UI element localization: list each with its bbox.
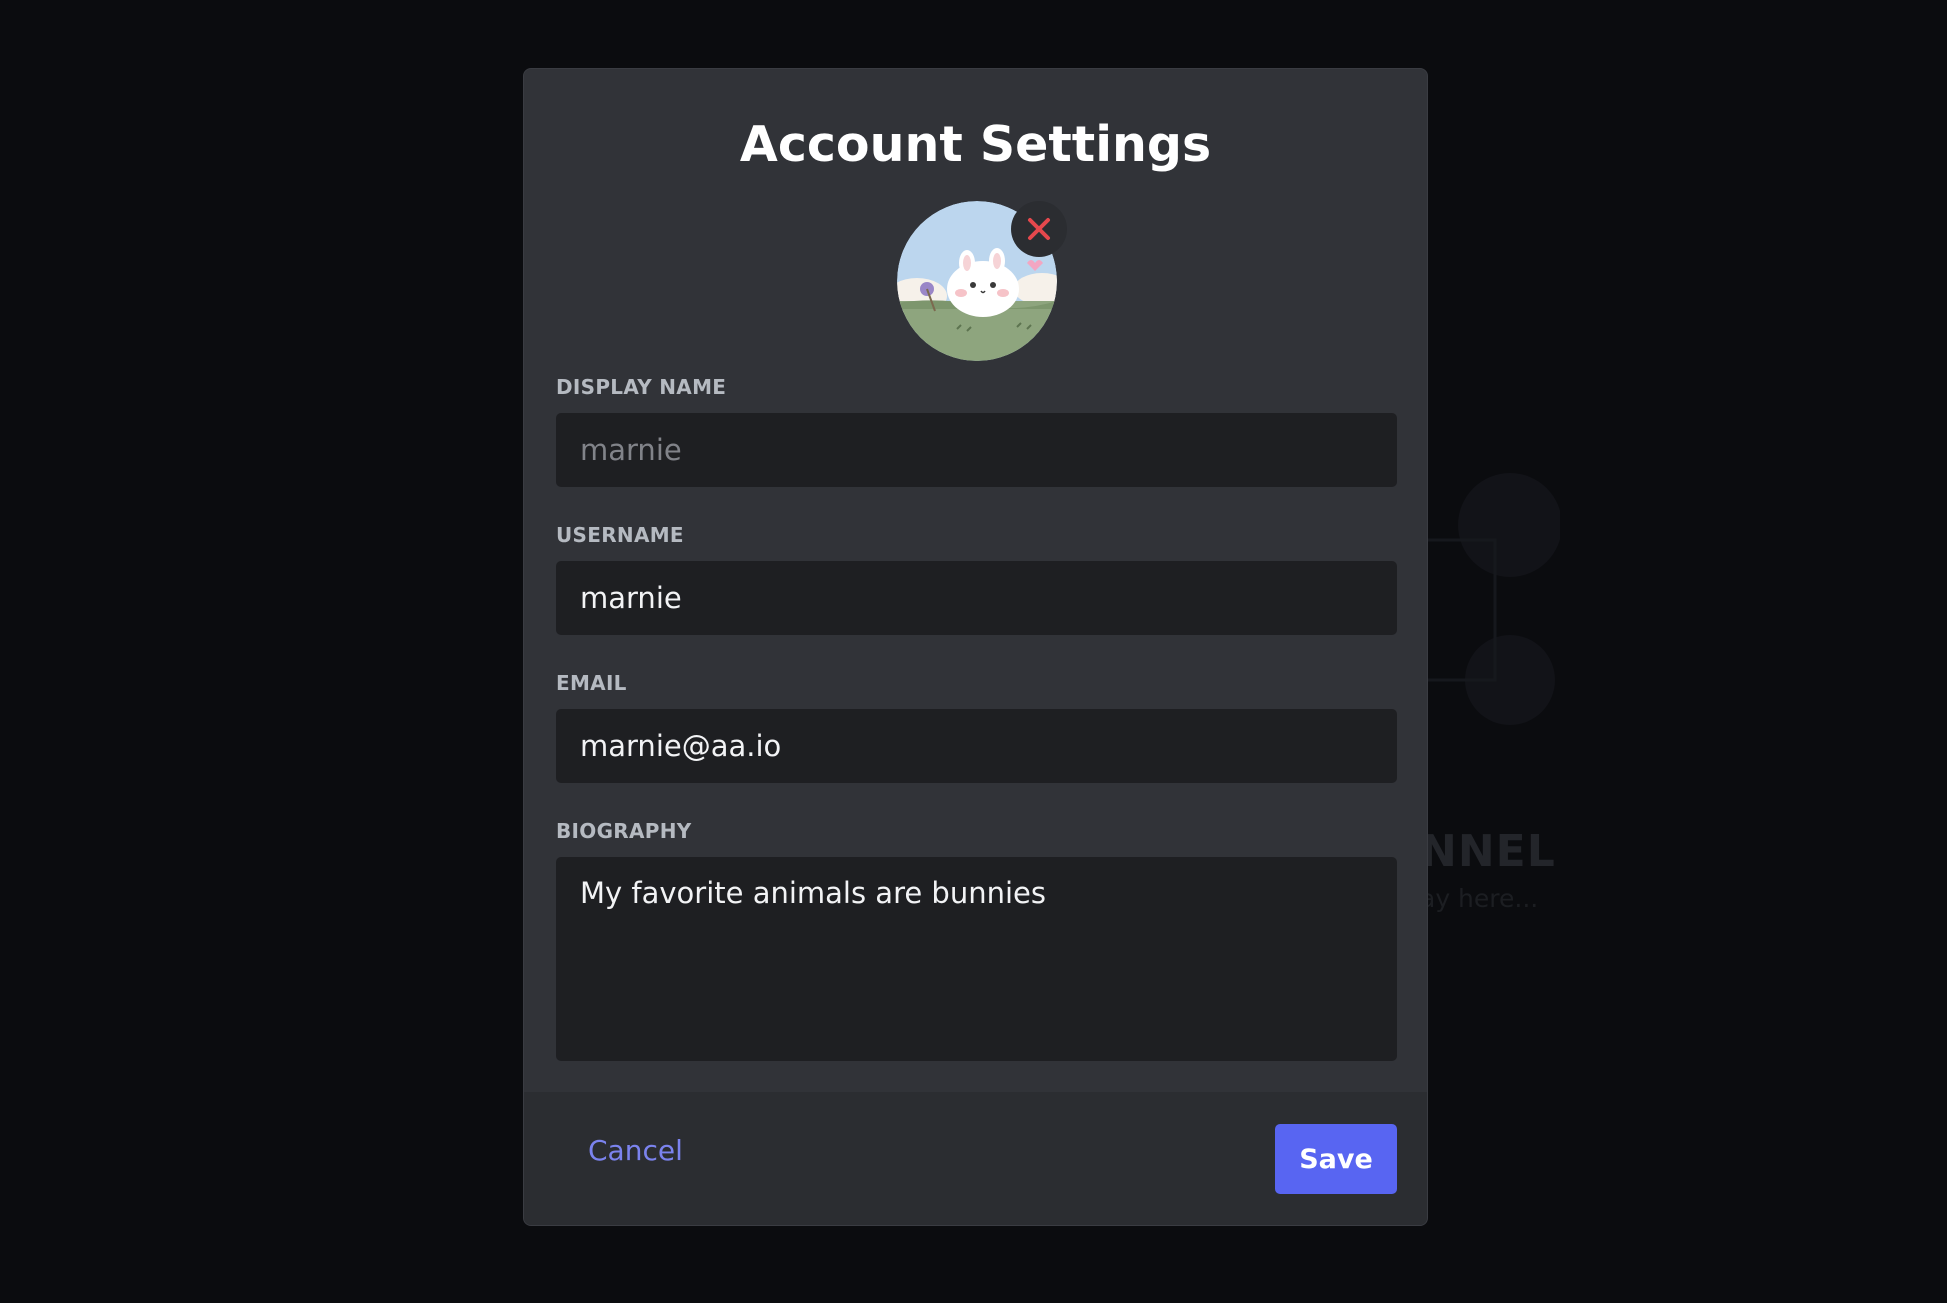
username-label: USERNAME (556, 523, 684, 547)
close-icon (1028, 218, 1050, 240)
account-settings-modal: Account Settings DISPLAY NAME marnie USE… (523, 68, 1428, 1226)
biography-textarea[interactable]: My favorite animals are bunnies (556, 857, 1397, 1061)
display-name-input[interactable] (556, 413, 1397, 487)
avatar-container (897, 201, 1067, 363)
username-input[interactable] (556, 561, 1397, 635)
save-button[interactable]: Save (1275, 1124, 1397, 1194)
display-name-label: DISPLAY NAME (556, 375, 727, 399)
email-label: EMAIL (556, 671, 627, 695)
background-heading: NNEL (1420, 826, 1556, 877)
email-input[interactable] (556, 709, 1397, 783)
background-subtext: ay here... (1420, 884, 1539, 913)
cancel-button[interactable]: Cancel (588, 1134, 683, 1167)
biography-label: BIOGRAPHY (556, 819, 692, 843)
modal-footer: Cancel Save (524, 1092, 1427, 1225)
modal-title: Account Settings (739, 116, 1212, 173)
remove-avatar-button[interactable] (1011, 201, 1067, 257)
